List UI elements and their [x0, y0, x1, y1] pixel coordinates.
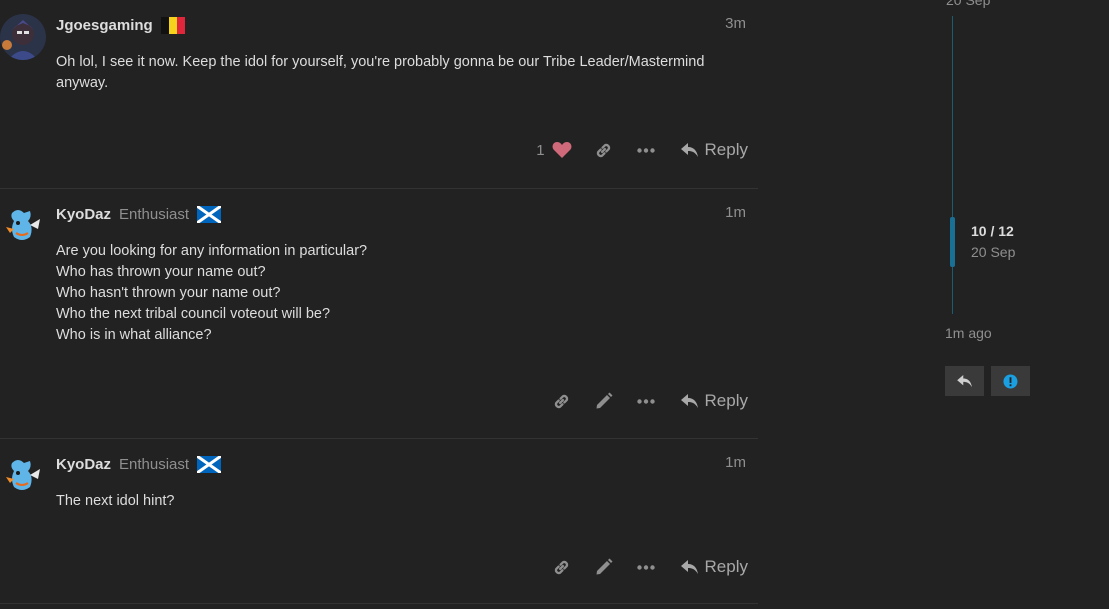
post: KyoDaz Enthusiast 1m The next idol hint? — [0, 438, 758, 604]
reply-icon — [956, 374, 972, 387]
post-text: Who hasn't thrown your name out? — [56, 285, 281, 301]
timeline-notification-button[interactable] — [991, 366, 1030, 396]
reply-label: Reply — [704, 391, 748, 410]
post-text: Are you looking for any information in p… — [56, 243, 368, 259]
user-title: Enthusiast — [119, 455, 190, 473]
post-body: Are you looking for any information in p… — [56, 241, 726, 346]
username[interactable]: KyoDaz — [56, 206, 111, 223]
post-stream: Jgoesgaming 3m Oh lol, I see it now. Kee… — [0, 0, 758, 604]
heart-icon[interactable] — [549, 135, 575, 165]
timeline-date: 20 Sep — [971, 244, 1016, 260]
pencil-icon[interactable] — [583, 386, 625, 416]
username[interactable]: KyoDaz — [56, 456, 111, 473]
reply-button[interactable]: Reply — [680, 391, 748, 411]
reply-button[interactable]: Reply — [680, 140, 748, 160]
timeline-start-date[interactable]: 20 Sep — [946, 0, 990, 8]
post-meta: KyoDaz Enthusiast — [56, 203, 222, 225]
post: Jgoesgaming 3m Oh lol, I see it now. Kee… — [0, 0, 758, 188]
post-meta: KyoDaz Enthusiast — [56, 453, 222, 475]
post-time[interactable]: 1m — [725, 204, 746, 221]
post-actions: Reply — [541, 552, 748, 582]
post-actions: 1 Reply — [536, 135, 748, 165]
reply-label: Reply — [704, 140, 748, 159]
post-text: Who the next tribal council voteout will… — [56, 306, 331, 322]
more-icon[interactable] — [625, 552, 667, 582]
avatar[interactable] — [0, 203, 46, 249]
reply-icon — [680, 393, 698, 408]
link-icon[interactable] — [583, 135, 625, 165]
post-text: Who has thrown your name out? — [56, 264, 266, 280]
post: KyoDaz Enthusiast 1m Are you looking for… — [0, 188, 758, 438]
avatar[interactable] — [0, 453, 46, 499]
topic-timeline: 20 Sep 10 / 12 20 Sep 1m ago — [940, 0, 1109, 609]
user-title: Enthusiast — [119, 205, 190, 223]
timeline-last-activity[interactable]: 1m ago — [945, 325, 992, 341]
exclamation-circle-icon — [1003, 373, 1018, 389]
more-icon[interactable] — [625, 135, 667, 165]
username[interactable]: Jgoesgaming — [56, 17, 153, 34]
belgium-flag-icon — [160, 16, 185, 34]
post-body: The next idol hint? — [56, 491, 726, 512]
avatar[interactable] — [0, 14, 46, 60]
link-icon[interactable] — [541, 552, 583, 582]
post-text: The next idol hint? — [56, 493, 175, 509]
post-body: Oh lol, I see it now. Keep the idol for … — [56, 52, 726, 94]
timeline-position: 10 / 12 — [971, 223, 1014, 239]
post-time[interactable]: 3m — [725, 15, 746, 32]
reply-button[interactable]: Reply — [680, 557, 748, 577]
scotland-flag-icon — [196, 454, 222, 474]
pencil-icon[interactable] — [583, 552, 625, 582]
reply-icon — [680, 559, 698, 574]
link-icon[interactable] — [541, 386, 583, 416]
scotland-flag-icon — [196, 204, 222, 224]
timeline-scrollarea[interactable] — [952, 16, 953, 314]
post-actions: Reply — [541, 386, 748, 416]
post-meta: Jgoesgaming — [56, 14, 185, 36]
reply-label: Reply — [704, 557, 748, 576]
post-text: Who is in what alliance? — [56, 327, 212, 343]
timeline-reply-button[interactable] — [945, 366, 984, 396]
timeline-handle[interactable] — [950, 217, 955, 267]
post-text: Oh lol, I see it now. Keep the idol for … — [56, 54, 705, 91]
like-count[interactable]: 1 — [536, 142, 544, 159]
reply-icon — [680, 142, 698, 157]
post-time[interactable]: 1m — [725, 454, 746, 471]
more-icon[interactable] — [625, 386, 667, 416]
